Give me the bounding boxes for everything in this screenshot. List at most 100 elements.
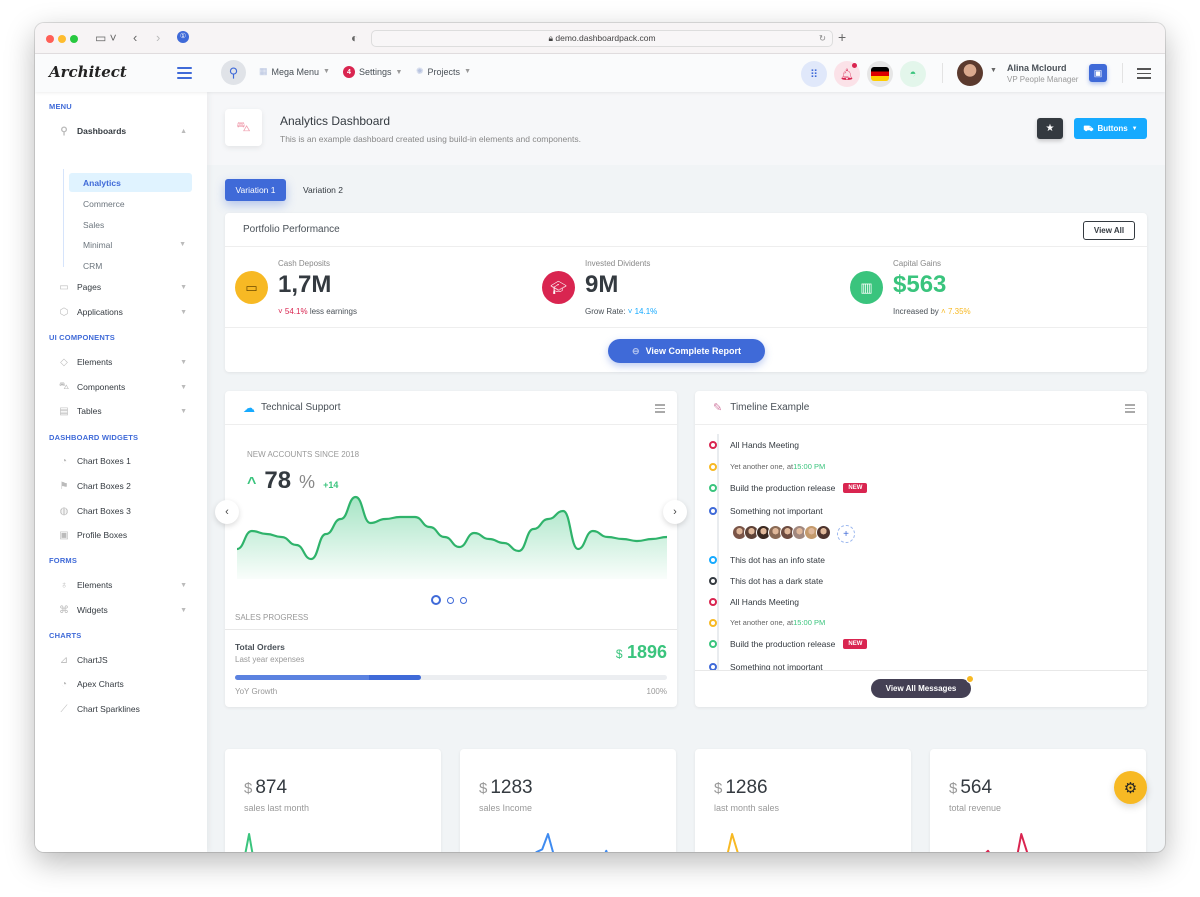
sales-progress-label: SALES PROGRESS bbox=[235, 613, 309, 622]
sidebar-item-chart-boxes-3[interactable]: ◍ Chart Boxes 3 bbox=[57, 502, 187, 520]
sidebar-subitem-crm[interactable]: CRM bbox=[69, 256, 192, 275]
sidebar-item-apex-charts[interactable]: ◔ Apex Charts bbox=[57, 675, 187, 693]
carousel-dot[interactable] bbox=[447, 596, 454, 604]
timeline-dot bbox=[709, 577, 717, 585]
view-all-messages-button[interactable]: View All Messages bbox=[871, 675, 974, 698]
car-icon: ⛍ bbox=[58, 380, 70, 392]
chevron-up-icon: ˄ bbox=[941, 307, 948, 316]
view-all-button[interactable]: View All bbox=[1083, 221, 1135, 240]
timeline-item: All Hands Meeting bbox=[709, 597, 799, 607]
buttons-dropdown[interactable]: ⛟ Buttons ▼ bbox=[1074, 118, 1147, 139]
sidebar-item-chart-boxes-2[interactable]: ⚑ Chart Boxes 2 bbox=[57, 477, 187, 495]
nav-mega-menu[interactable]: ▦ Mega Menu ▼ bbox=[259, 66, 330, 77]
timeline-item: This dot has an info state bbox=[709, 555, 825, 565]
close-window-button[interactable] bbox=[46, 35, 54, 43]
card-menu-button[interactable] bbox=[655, 404, 665, 415]
new-badge: NEW bbox=[843, 639, 868, 649]
timeline-dot bbox=[709, 507, 717, 515]
logo[interactable]: Architect bbox=[49, 63, 127, 81]
timeline-item: Yet another one, at 15:00 PM bbox=[709, 462, 825, 471]
graduation-cap-icon: 🎓︎ bbox=[542, 271, 575, 304]
settings-badge: 4 bbox=[343, 66, 355, 78]
chevron-down-icon: ▼ bbox=[180, 358, 187, 366]
sidebar-subitem-analytics[interactable]: Analytics bbox=[69, 173, 192, 192]
notifications-button[interactable]: 🔔︎ bbox=[834, 61, 860, 87]
forward-icon[interactable]: › bbox=[156, 30, 160, 45]
sidebar-subitem-commerce[interactable]: Commerce bbox=[69, 194, 192, 213]
timeline-item: This dot has a dark state bbox=[709, 576, 823, 586]
page-title: Analytics Dashboard bbox=[280, 114, 391, 128]
stat-label: sales last month bbox=[244, 803, 310, 813]
shield-icon[interactable]: ◐ bbox=[351, 31, 358, 45]
tab-variation-1[interactable]: Variation 1 bbox=[225, 179, 286, 201]
maximize-window-button[interactable] bbox=[70, 35, 78, 43]
carousel-prev-button[interactable]: ‹ bbox=[215, 500, 239, 524]
carousel-dot-active[interactable] bbox=[431, 595, 441, 605]
timeline-dot bbox=[709, 640, 717, 648]
sidebar-item-form-elements[interactable]: ♁ Elements ▼ bbox=[57, 576, 187, 594]
view-complete-report-button[interactable]: ⊖ View Complete Report bbox=[608, 339, 765, 363]
portfolio-performance-card: Portfolio Performance View All ▭ Cash De… bbox=[225, 213, 1147, 372]
sidebar-item-components[interactable]: ⛍ Components ▼ bbox=[57, 378, 187, 396]
yoy-progress-bar bbox=[235, 675, 667, 680]
sidebar-item-dashboards[interactable]: ⚲ Dashboards ▲ bbox=[57, 122, 187, 140]
tab-variation-2[interactable]: Variation 2 bbox=[295, 179, 351, 201]
sidebar-item-applications[interactable]: ⬡ Applications ▼ bbox=[57, 303, 187, 321]
user-avatar[interactable] bbox=[816, 525, 831, 540]
theme-settings-button[interactable]: ⚙ bbox=[1114, 771, 1147, 804]
carousel-next-button[interactable]: › bbox=[663, 500, 687, 524]
sidebar-item-tables[interactable]: ▤ Tables ▼ bbox=[57, 402, 187, 420]
timeline-icon: ✎ bbox=[713, 402, 723, 414]
star-icon: ★ bbox=[1045, 123, 1055, 134]
timeline-card: ✎ Timeline Example All Hands Meeting Yet … bbox=[695, 391, 1147, 707]
stat-value: $874 bbox=[244, 777, 288, 798]
activity-button[interactable]: ◓ bbox=[900, 61, 926, 87]
timeline-item: Build the production release NEW bbox=[709, 483, 868, 493]
stat-card: $874 sales last month bbox=[225, 749, 441, 852]
password-manager-icon[interactable]: ① bbox=[177, 31, 189, 43]
sidebar-subitem-minimal[interactable]: Minimal ▼ bbox=[69, 235, 192, 254]
new-tab-icon[interactable]: + bbox=[838, 29, 846, 45]
sidebar-item-chart-sparklines[interactable]: ⟋ Chart Sparklines bbox=[57, 700, 187, 718]
chevron-right-icon: › bbox=[673, 506, 677, 518]
language-button[interactable] bbox=[867, 61, 893, 87]
sidebar-item-widgets[interactable]: ⌘ Widgets ▼ bbox=[57, 601, 187, 619]
address-bar[interactable]: 🔒︎ demo.dashboardpack.com ↻ bbox=[371, 30, 833, 47]
minimize-window-button[interactable] bbox=[58, 35, 66, 43]
chevron-down-icon: ▼ bbox=[180, 407, 187, 415]
timeline-item: Yet another one, at 15:00 PM bbox=[709, 618, 825, 627]
kpi-value: 9M bbox=[585, 271, 619, 298]
diamond-icon: ◇ bbox=[60, 356, 68, 368]
user-avatar[interactable] bbox=[957, 60, 983, 86]
right-menu-toggle[interactable] bbox=[1137, 68, 1151, 82]
carousel-dot[interactable] bbox=[460, 596, 467, 604]
sidebar-menu-toggle[interactable] bbox=[177, 67, 192, 82]
search-button[interactable]: ⚲ bbox=[221, 60, 246, 85]
sidebar-toggle-icon[interactable]: ▭ ˅ bbox=[95, 31, 117, 45]
sidebar-item-chart-boxes-1[interactable]: ◔ Chart Boxes 1 bbox=[57, 452, 187, 470]
divider bbox=[695, 670, 1147, 671]
nav-projects[interactable]: ✺ Projects ▼ bbox=[416, 66, 471, 77]
sidebar-item-profile-boxes[interactable]: ▣ Profile Boxes bbox=[57, 526, 187, 544]
add-user-button[interactable]: + bbox=[837, 525, 855, 543]
back-icon[interactable]: ‹ bbox=[133, 30, 137, 45]
sidebar-item-chartjs[interactable]: ⊿ ChartJS bbox=[57, 651, 187, 669]
apps-grid-button[interactable]: ⠿ bbox=[801, 61, 827, 87]
caption: NEW ACCOUNTS SINCE 2018 bbox=[247, 450, 360, 459]
nav-settings[interactable]: 4 Settings ▼ bbox=[343, 66, 402, 78]
card-header: Portfolio Performance View All bbox=[225, 213, 1147, 247]
chart-area bbox=[237, 497, 667, 579]
sidebar-item-elements[interactable]: ◇ Elements ▼ bbox=[57, 353, 187, 371]
technical-support-card: ☁ Technical Support NEW ACCOUNTS SINCE 2… bbox=[215, 391, 687, 707]
calendar-button[interactable]: ▣ bbox=[1089, 64, 1107, 82]
card-menu-button[interactable] bbox=[1125, 404, 1135, 415]
sidebar-subitem-sales[interactable]: Sales bbox=[69, 215, 192, 234]
chevron-down-icon[interactable]: ▼ bbox=[990, 67, 997, 74]
stat-value: $1286 bbox=[714, 777, 768, 798]
divider bbox=[225, 629, 677, 630]
favorite-button[interactable]: ★ bbox=[1037, 118, 1063, 139]
browser-window: ▭ ˅ ‹ › ① ◐ 🔒︎ demo.dashboardpack.com ↻ … bbox=[35, 23, 1165, 852]
notification-dot bbox=[852, 63, 857, 68]
reload-icon[interactable]: ↻ bbox=[819, 31, 826, 46]
sidebar-item-pages[interactable]: ▭ Pages ▼ bbox=[57, 278, 187, 296]
